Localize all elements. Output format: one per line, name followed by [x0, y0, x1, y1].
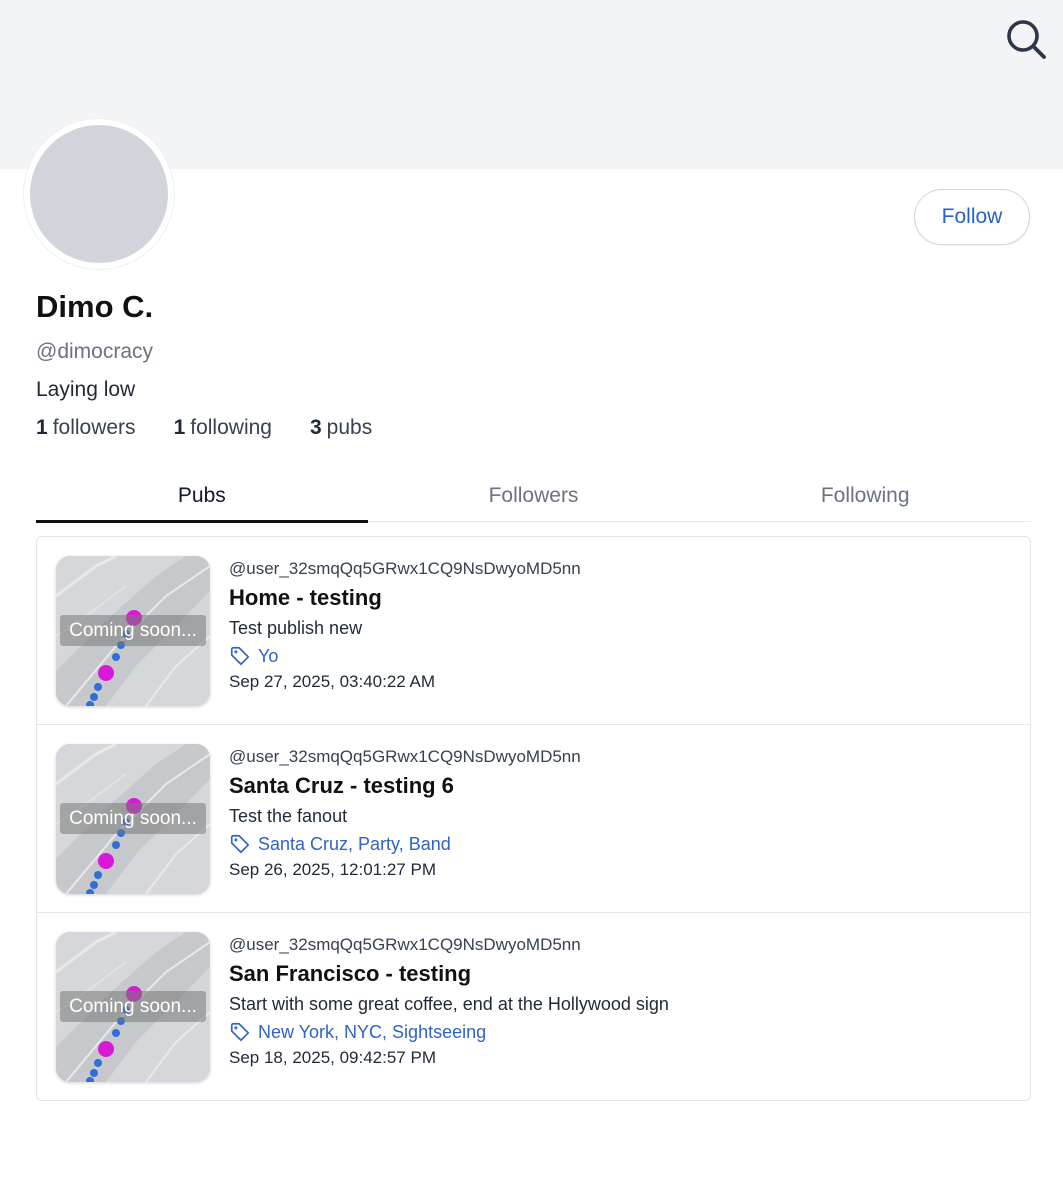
profile-bio: Laying low [36, 378, 136, 401]
profile-stats: 1 followers 1 following 3 pubs [36, 416, 372, 440]
tag-icon [230, 1022, 250, 1042]
search-icon [1007, 20, 1046, 59]
pub-item[interactable]: Coming soon... @user_32smqQq5GRwx1CQ9NsD… [37, 913, 1030, 1100]
tab-pubs[interactable]: Pubs [36, 470, 368, 523]
followers-stat[interactable]: 1 followers [36, 416, 136, 440]
pubs-stat[interactable]: 3 pubs [310, 416, 372, 440]
following-stat[interactable]: 1 following [174, 416, 272, 440]
follow-button[interactable]: Follow [914, 189, 1030, 245]
following-count: 1 [173, 416, 186, 439]
pub-author[interactable]: @user_32smqQq5GRwx1CQ9NsDwyoMD5nn [229, 747, 1010, 771]
pub-meta: @user_32smqQq5GRwx1CQ9NsDwyoMD5nn San Fr… [229, 935, 1010, 1071]
pub-item[interactable]: Coming soon... @user_32smqQq5GRwx1CQ9NsD… [37, 725, 1030, 913]
pubs-count: 3 [309, 416, 322, 439]
pub-tags: New York, NYC, Sightseeing [229, 1019, 1010, 1045]
coming-soon-label: Coming soon... [60, 803, 206, 834]
pub-tags-text[interactable]: Santa Cruz, Party, Band [258, 834, 451, 855]
pub-title[interactable]: Santa Cruz - testing 6 [229, 773, 1010, 806]
tab-following[interactable]: Following [699, 470, 1031, 521]
tag-icon [230, 834, 250, 854]
pub-description: Test the fanout [229, 806, 348, 826]
pubs-label: pubs [326, 416, 373, 439]
pub-date: Sep 26, 2025, 12:01:27 PM [229, 860, 436, 879]
pub-title[interactable]: Home - testing [229, 585, 1010, 618]
map-thumbnail: Coming soon... [56, 744, 210, 894]
profile-name: Dimo C. [36, 289, 154, 324]
pub-author[interactable]: @user_32smqQq5GRwx1CQ9NsDwyoMD5nn [229, 935, 1010, 959]
profile-tabs: Pubs Followers Following [36, 470, 1031, 523]
pub-list: Coming soon... @user_32smqQq5GRwx1CQ9NsD… [36, 536, 1031, 1101]
pub-tags-text[interactable]: New York, NYC, Sightseeing [258, 1022, 486, 1043]
pub-tags-text[interactable]: Yo [258, 646, 278, 667]
profile-banner [0, 0, 1063, 169]
followers-label: followers [52, 416, 136, 439]
followers-count: 1 [36, 416, 48, 439]
pub-date: Sep 27, 2025, 03:40:22 AM [229, 672, 436, 691]
avatar [24, 119, 174, 269]
pub-meta: @user_32smqQq5GRwx1CQ9NsDwyoMD5nn Home -… [229, 559, 1010, 695]
map-thumbnail: Coming soon... [56, 932, 210, 1082]
pub-description: Start with some great coffee, end at the… [229, 994, 669, 1014]
pub-author[interactable]: @user_32smqQq5GRwx1CQ9NsDwyoMD5nn [229, 559, 1010, 583]
pub-meta: @user_32smqQq5GRwx1CQ9NsDwyoMD5nn Santa … [229, 747, 1010, 883]
following-label: following [190, 416, 272, 439]
pub-tags: Santa Cruz, Party, Band [229, 831, 1010, 857]
coming-soon-label: Coming soon... [60, 991, 206, 1022]
tag-icon [230, 646, 250, 666]
pub-date: Sep 18, 2025, 09:42:57 PM [229, 1048, 436, 1067]
coming-soon-label: Coming soon... [60, 615, 206, 646]
map-thumbnail: Coming soon... [56, 556, 210, 706]
pub-tags: Yo [229, 643, 1010, 669]
pub-item[interactable]: Coming soon... @user_32smqQq5GRwx1CQ9NsD… [37, 537, 1030, 725]
pub-title[interactable]: San Francisco - testing [229, 961, 1010, 994]
profile-handle: @dimocracy [36, 340, 154, 363]
pub-description: Test publish new [229, 618, 363, 638]
tab-followers[interactable]: Followers [368, 470, 700, 521]
search-button[interactable] [1005, 18, 1047, 60]
